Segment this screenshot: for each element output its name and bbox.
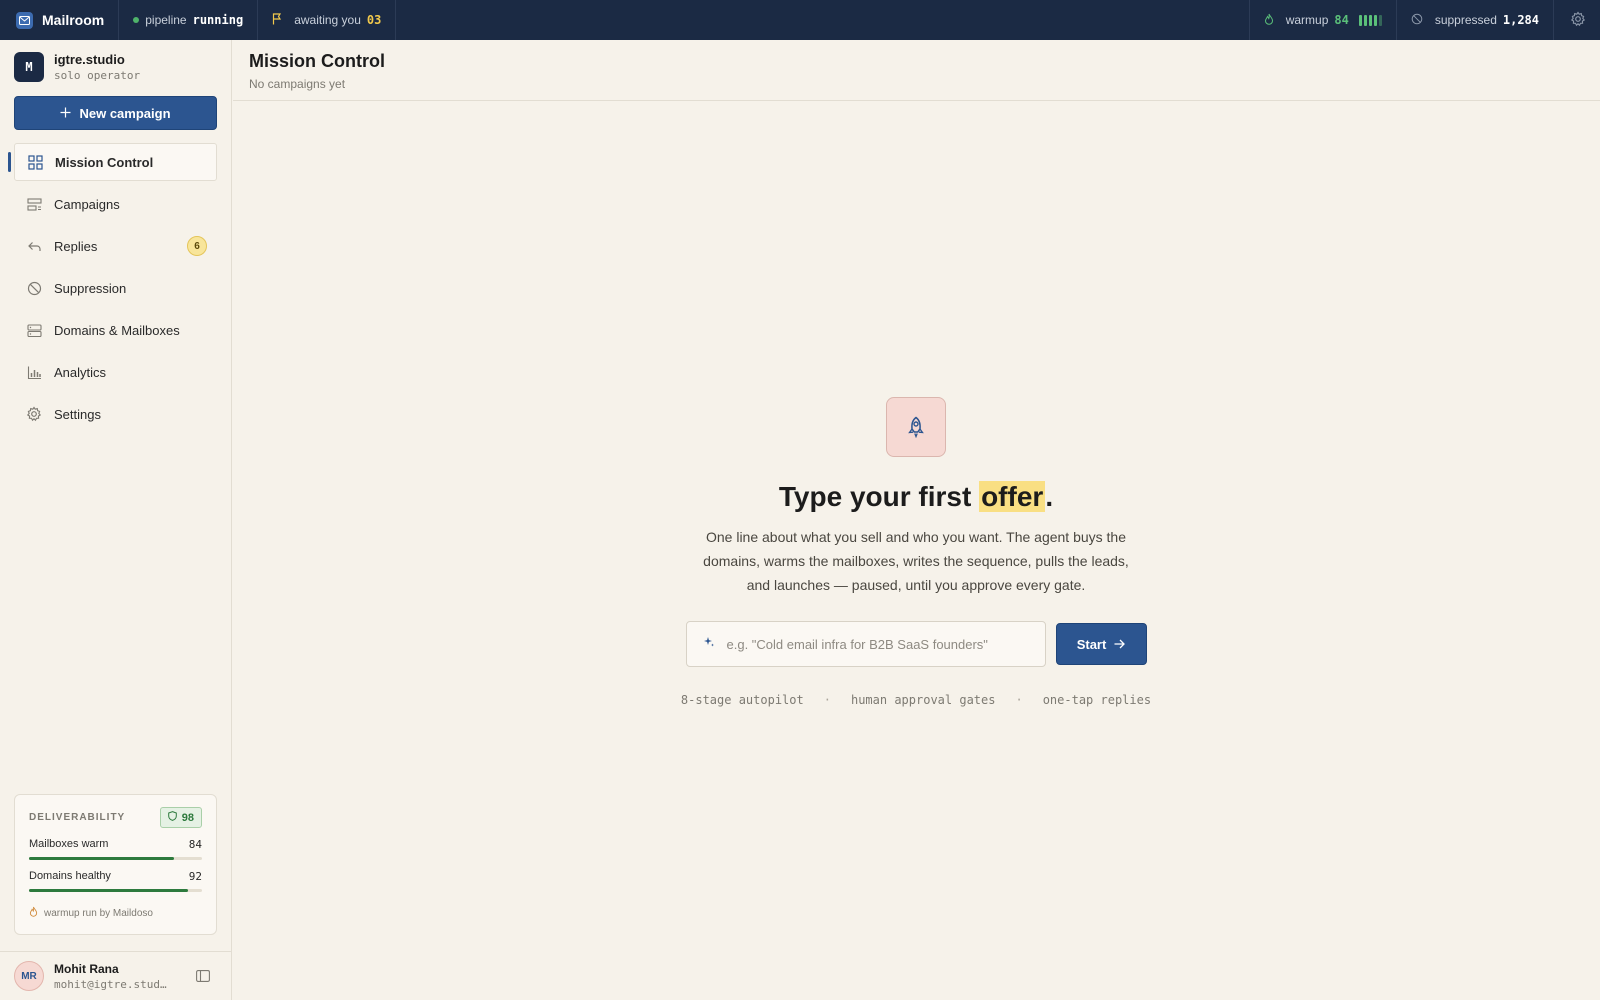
workspace-role: solo operator [54,69,141,82]
avatar: MR [14,961,44,991]
offer-form: Start [660,621,1172,667]
awaiting-label: awaiting you [294,13,361,27]
new-campaign-button[interactable]: New campaign [14,96,217,130]
sidebar-item-label: Analytics [54,364,107,380]
block-icon [1411,13,1423,28]
feature-chips: 8-stage autopilot · human approval gates… [660,693,1172,707]
gear-icon [1570,11,1586,30]
progress-track [29,857,202,860]
brand-name: Mailroom [42,12,105,28]
progress-fill [29,889,189,892]
deliverability-score: 98 [181,811,194,824]
workspace-name: igtre.studio [54,52,125,67]
hero-description: One line about what you sell and who you… [703,529,1129,593]
arrow-right-icon [1114,637,1126,652]
sidebar-item-label: Settings [54,406,101,422]
plus-icon [60,106,71,121]
awaiting-status[interactable]: awaiting you 03 [258,0,397,40]
user-email: mohit@igtre.stud… [54,977,167,991]
sidebar-item-domains-mailboxes[interactable]: Domains & Mailboxes [14,311,217,349]
replies-count-badge: 6 [187,236,207,256]
reply-icon [26,238,42,254]
warmup-status[interactable]: warmup 84 [1248,0,1396,40]
deliverability-row-mailboxes: Mailboxes warm 84 [29,838,202,860]
user-profile[interactable]: MR Mohit Rana mohit@igtre.stud… [0,951,232,1000]
warmup-label: warmup [1285,13,1329,27]
highlighted-word: offer [979,481,1046,512]
page-subtitle: No campaigns yet [249,77,346,91]
sidebar-collapse-icon[interactable] [196,969,210,982]
new-campaign-label: New campaign [79,105,171,121]
sidebar-item-campaigns[interactable]: Campaigns [14,185,217,223]
feature-chip: human approval gates [850,693,996,707]
top-bar: Mailroom pipeline running awaiting you 0… [0,0,1600,40]
offer-input-wrapper[interactable] [685,621,1046,667]
suppressed-value: 1,284 [1502,13,1539,27]
deliverability-title: DELIVERABILITY [29,812,126,823]
workspace-switcher[interactable]: M igtre.studio solo operator [14,52,140,82]
deliverability-footer: warmup run by Maildoso [44,907,153,919]
deliverability-row-label: Domains healthy [29,870,111,882]
pipeline-value: running [192,13,244,27]
sidebar-item-suppression[interactable]: Suppression [14,269,217,307]
sidebar-item-analytics[interactable]: Analytics [14,353,217,391]
flag-icon [272,12,282,28]
user-name: Mohit Rana [54,961,119,976]
progress-track [29,889,202,892]
flame-icon [1264,13,1274,28]
start-label: Start [1076,636,1107,652]
progress-fill [29,857,175,860]
chip-separator: · [1015,693,1023,707]
status-dot-icon [133,17,140,23]
sidebar-item-label: Mission Control [55,154,154,170]
pipeline-status[interactable]: pipeline running [119,0,259,40]
rocket-icon [886,397,946,457]
sidebar-item-replies[interactable]: Replies 6 [14,227,217,265]
sidebar-item-settings[interactable]: Settings [14,395,217,433]
deliverability-row-domains: Domains healthy 92 [29,870,202,892]
mail-icon [16,11,33,29]
sidebar-nav: Mission Control Campaigns Replies 6 Supp… [8,143,217,437]
settings-button[interactable] [1553,0,1600,40]
sidebar-item-mission-control[interactable]: Mission Control [8,143,217,181]
bar-chart-icon [26,364,42,380]
suppressed-status[interactable]: suppressed 1,284 [1395,0,1553,40]
dashboard-icon [27,154,43,170]
sparkle-icon [703,635,715,653]
flame-icon [29,906,38,920]
empty-state: Type your first offer. One line about wh… [660,397,1172,707]
start-button[interactable]: Start [1055,623,1147,665]
server-icon [26,322,42,338]
awaiting-count: 03 [366,13,382,27]
offer-input[interactable] [726,636,1027,652]
page-title: Mission Control [249,51,385,71]
pipeline-label: pipeline [145,13,187,27]
deliverability-card: DELIVERABILITY 98 Mailboxes warm 84 Doma… [14,794,217,935]
shield-icon [167,811,177,824]
sidebar: M igtre.studio solo operator New campaig… [0,40,232,1000]
page-header: Mission Control No campaigns yet [233,40,1600,101]
workspace-avatar: M [14,52,44,82]
hero-title: Type your first offer. [778,481,1054,512]
deliverability-score-badge: 98 [159,807,202,828]
block-icon [26,280,42,296]
gear-icon [26,406,42,422]
sidebar-item-label: Domains & Mailboxes [54,322,180,338]
suppressed-label: suppressed [1434,13,1497,27]
chip-separator: · [823,693,831,707]
sidebar-item-label: Suppression [54,280,127,296]
deliverability-row-value: 84 [188,838,202,851]
feature-chip: one-tap replies [1042,693,1152,707]
warmup-bars [1358,14,1382,26]
brand[interactable]: Mailroom [0,0,120,40]
deliverability-row-value: 92 [188,870,202,883]
feature-chip: 8-stage autopilot [680,693,804,707]
campaigns-icon [26,196,42,212]
deliverability-row-label: Mailboxes warm [29,838,109,850]
warmup-value: 84 [1334,13,1349,27]
sidebar-item-label: Campaigns [54,196,120,212]
sidebar-item-label: Replies [54,238,98,254]
